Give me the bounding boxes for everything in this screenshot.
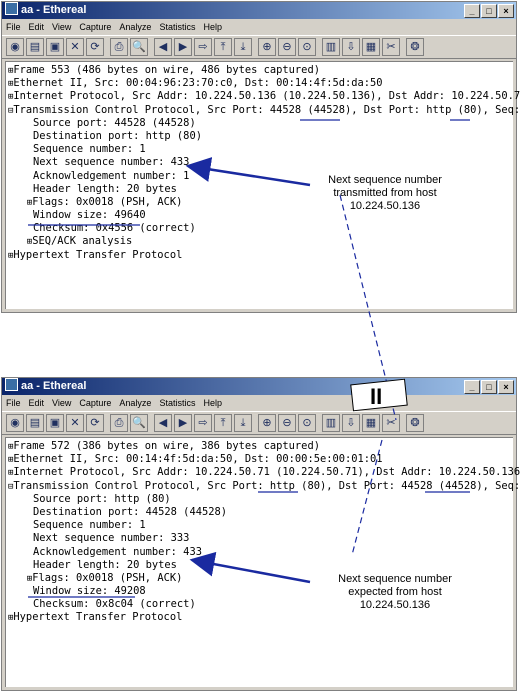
- annotation-top-line1: Next sequence number: [328, 174, 442, 186]
- arrow-ack-number: [189, 551, 311, 584]
- annotation-top-line3: 10.224.50.136: [349, 200, 421, 212]
- annotation-top: Next sequence number transmitted from ho…: [300, 174, 470, 213]
- break-mark: II: [370, 384, 382, 409]
- annotation-bottom: Next sequence number expected from host …: [310, 573, 480, 612]
- annotation-bottom-line3: 10.224.50.136: [359, 599, 431, 611]
- annotation-bottom-line2: expected from host: [348, 586, 442, 598]
- dashed-connector-lower: [351, 439, 383, 556]
- arrow-next-seq: [185, 157, 311, 187]
- annotation-bottom-line1: Next sequence number: [338, 573, 452, 585]
- annotation-top-line2: transmitted from host: [333, 187, 437, 199]
